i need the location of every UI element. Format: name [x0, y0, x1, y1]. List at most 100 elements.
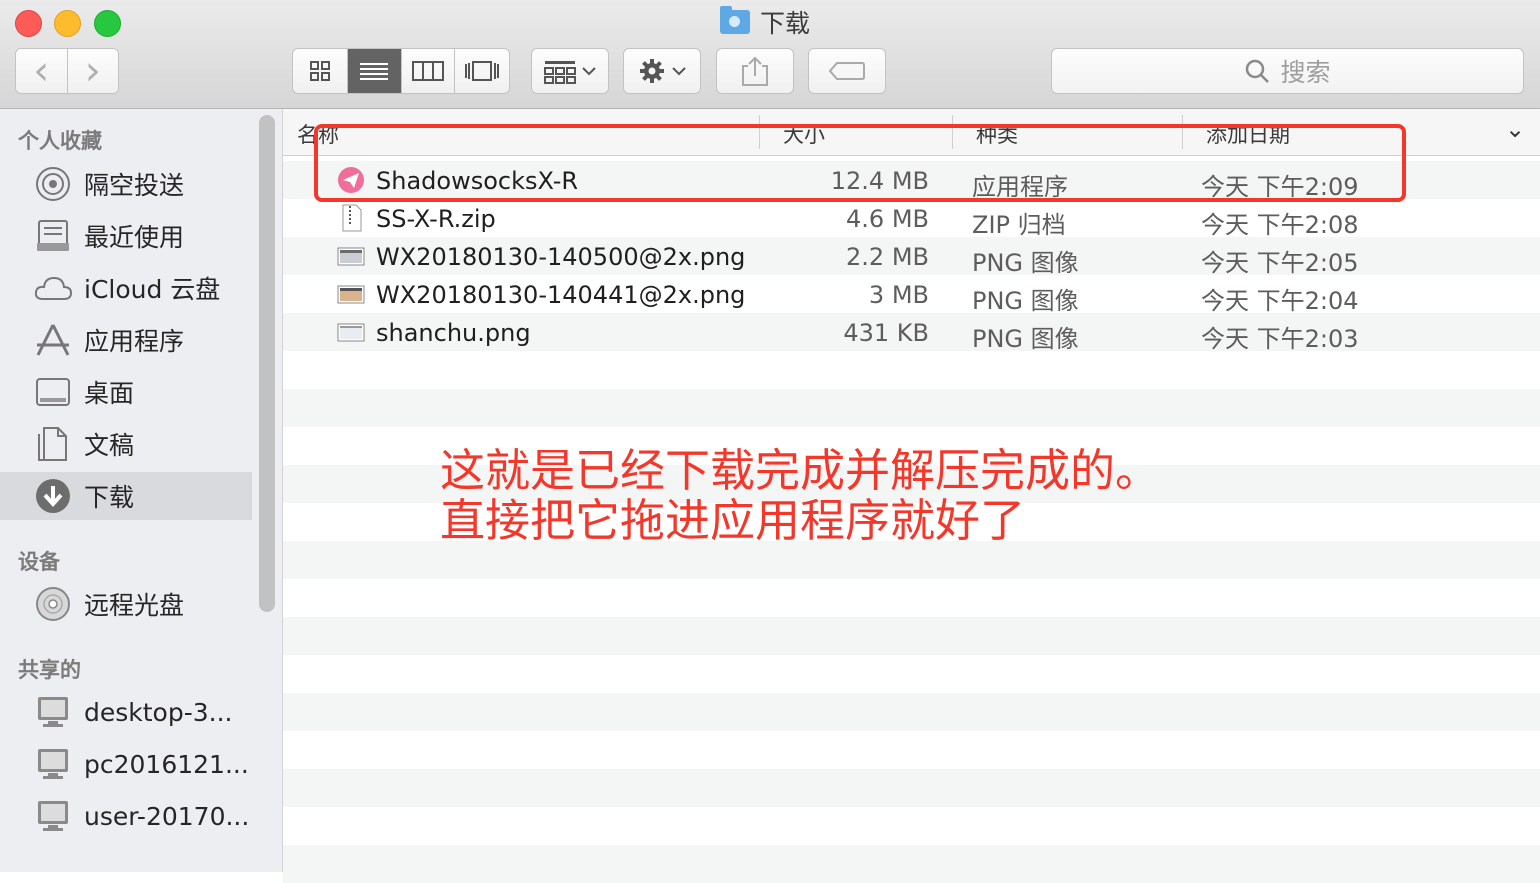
sidebar-item-label: 应用程序	[84, 327, 185, 356]
minimize-window-button[interactable]	[54, 10, 81, 37]
nav-buttons: ‹ ›	[15, 48, 119, 94]
search-field[interactable]: 搜索	[1051, 48, 1524, 94]
airdrop-icon	[34, 165, 72, 203]
file-kind: ZIP 归档	[972, 211, 1066, 239]
file-size: 431 KB	[843, 319, 929, 347]
sidebar-item-recents[interactable]: 最近使用	[0, 212, 252, 260]
favorites-header: 个人收藏	[18, 129, 102, 153]
file-row[interactable]: shanchu.png 431 KB PNG 图像 今天 下午2:03	[283, 313, 1540, 353]
grid-view-icon	[309, 61, 330, 81]
empty-row	[283, 769, 1540, 807]
action-button[interactable]	[623, 48, 701, 94]
image-icon	[337, 285, 365, 304]
sidebar-item-label: iCloud 云盘	[84, 275, 221, 304]
sidebar-item-applications[interactable]: 应用程序	[0, 316, 252, 364]
empty-row	[283, 807, 1540, 845]
computer-icon	[34, 745, 72, 783]
image-icon	[337, 323, 365, 342]
cover-flow-icon	[465, 61, 500, 81]
file-size: 3 MB	[868, 281, 929, 309]
sidebar-item-shared-computer[interactable]: desktop-3...	[0, 688, 252, 736]
desktop-icon	[34, 373, 72, 411]
share-button[interactable]	[716, 48, 794, 94]
empty-row	[283, 731, 1540, 769]
view-mode-selector	[292, 48, 510, 94]
annotation-line-1: 这就是已经下载完成并解压完成的。	[440, 444, 1161, 497]
window-title-text: 下载	[760, 9, 811, 38]
forward-button[interactable]: ›	[67, 48, 118, 94]
file-row[interactable]: WX20180130-140441@2x.png 3 MB PNG 图像 今天 …	[283, 275, 1540, 315]
file-kind: PNG 图像	[972, 325, 1079, 353]
shared-header: 共享的	[18, 658, 81, 682]
devices-header: 设备	[18, 550, 60, 574]
tag-icon	[829, 62, 865, 80]
sidebar-item-downloads[interactable]: 下载	[0, 472, 252, 520]
share-icon	[742, 56, 768, 86]
sidebar-item-airdrop[interactable]: 隔空投送	[0, 160, 252, 208]
image-icon	[337, 247, 365, 266]
sidebar-item-shared-computer[interactable]: user-20170...	[0, 792, 252, 840]
arrange-icon	[544, 61, 576, 84]
empty-row	[283, 579, 1540, 617]
icon-view-button[interactable]	[293, 49, 348, 93]
sidebar-item-label: 下载	[84, 483, 135, 512]
file-date: 今天 下午2:04	[1201, 287, 1359, 315]
sidebar-item-remote-disc[interactable]: 远程光盘	[0, 580, 252, 628]
annotation-text: 这就是已经下载完成并解压完成的。 直接把它拖进应用程序就好了	[440, 446, 1160, 546]
cloud-icon	[34, 269, 72, 307]
sidebar-item-shared-computer[interactable]: pc2016121...	[0, 740, 252, 788]
chevron-down-icon	[672, 67, 686, 76]
file-date: 今天 下午2:08	[1201, 211, 1359, 239]
sidebar-item-icloud[interactable]: iCloud 云盘	[0, 264, 252, 312]
computer-icon	[34, 797, 72, 835]
window-title: 下载	[720, 4, 810, 40]
file-name: shanchu.png	[376, 319, 531, 347]
close-window-button[interactable]	[15, 10, 42, 37]
file-name: SS-X-R.zip	[376, 205, 496, 233]
cover-flow-view-button[interactable]	[455, 49, 509, 93]
applications-icon	[34, 321, 72, 359]
sidebar-item-documents[interactable]: 文稿	[0, 420, 252, 468]
file-size: 2.2 MB	[846, 243, 929, 271]
disc-icon	[34, 585, 72, 623]
sort-chevron-icon[interactable]: ⌄	[1505, 115, 1525, 143]
file-row[interactable]: SS-X-R.zip 4.6 MB ZIP 归档 今天 下午2:08	[283, 199, 1540, 239]
downloads-folder-icon	[720, 6, 750, 34]
sidebar-item-label: pc2016121...	[84, 749, 249, 779]
file-date: 今天 下午2:03	[1201, 325, 1359, 353]
list-view-icon	[360, 63, 389, 80]
file-name: WX20180130-140500@2x.png	[376, 243, 746, 271]
sidebar: 个人收藏 隔空投送 最近使用 iCloud 云盘 应用程序 桌面 文稿 下载 设…	[0, 109, 283, 872]
sidebar-item-label: 最近使用	[84, 223, 185, 252]
empty-row	[283, 655, 1540, 693]
arrange-button[interactable]	[531, 48, 609, 94]
file-row[interactable]: WX20180130-140500@2x.png 2.2 MB PNG 图像 今…	[283, 237, 1540, 277]
sidebar-item-label: desktop-3...	[84, 697, 233, 727]
sidebar-scrollbar[interactable]	[259, 115, 275, 612]
chevron-down-icon	[582, 67, 596, 76]
sidebar-item-label: 远程光盘	[84, 591, 185, 620]
empty-row	[283, 845, 1540, 883]
computer-icon	[34, 693, 72, 731]
list-view-button[interactable]	[347, 49, 402, 93]
file-kind: PNG 图像	[972, 249, 1079, 277]
file-date: 今天 下午2:05	[1201, 249, 1359, 277]
file-kind: PNG 图像	[972, 287, 1079, 315]
annotation-line-2: 直接把它拖进应用程序就好了	[440, 494, 1026, 547]
tag-button[interactable]	[808, 48, 886, 94]
downloads-icon	[34, 477, 72, 515]
zoom-window-button[interactable]	[94, 10, 121, 37]
zip-icon	[342, 204, 362, 232]
sidebar-item-desktop[interactable]: 桌面	[0, 368, 252, 416]
sidebar-item-label: 文稿	[84, 431, 135, 460]
documents-icon	[34, 425, 72, 463]
window-toolbar: 下载 ‹ › 搜索	[0, 0, 1540, 109]
file-name: WX20180130-140441@2x.png	[376, 281, 746, 309]
search-placeholder: 搜索	[1280, 58, 1331, 87]
back-chevron-icon: ‹	[33, 48, 50, 94]
back-button[interactable]: ‹	[16, 49, 68, 93]
annotation-highlight-box	[314, 124, 1406, 202]
forward-chevron-icon: ›	[84, 48, 101, 94]
column-view-button[interactable]	[401, 49, 456, 93]
column-view-icon	[411, 61, 444, 81]
